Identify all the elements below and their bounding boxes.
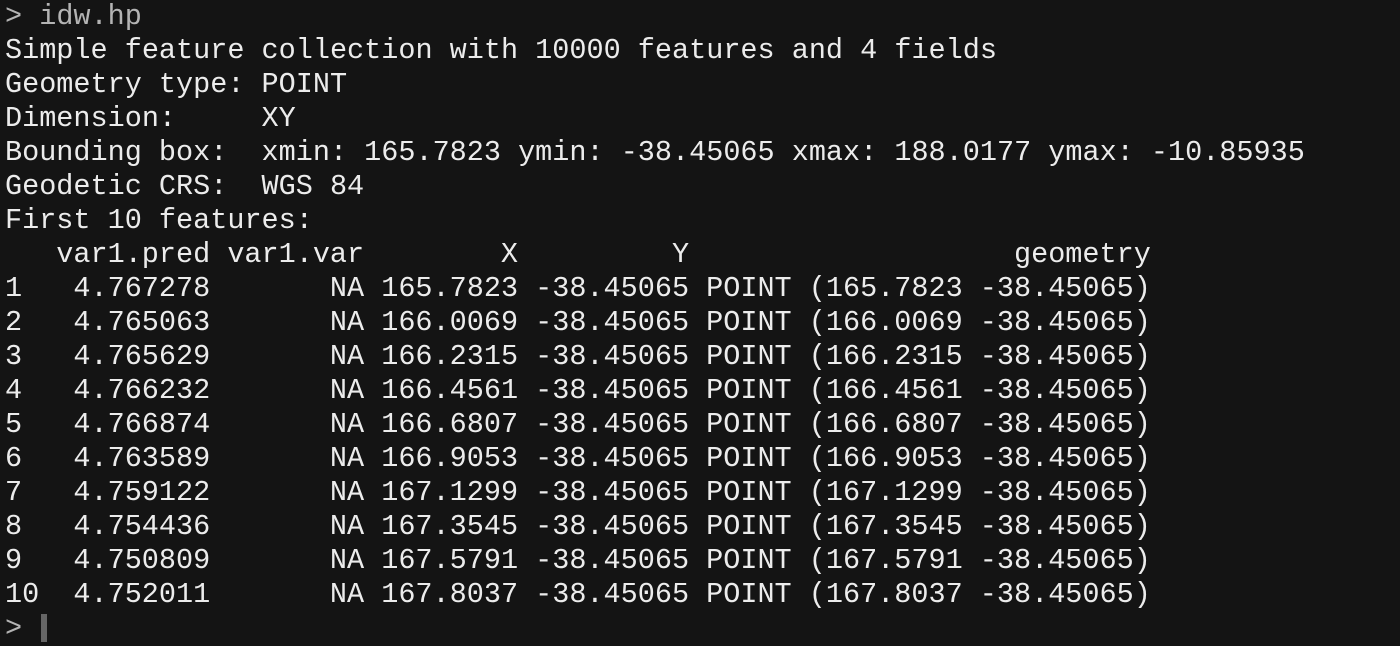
table-cell: -38.45065 bbox=[535, 544, 690, 577]
table-cell: 167.3545 bbox=[381, 510, 519, 543]
table-cell: NA bbox=[329, 578, 365, 611]
table-cell: -38.45065 bbox=[535, 306, 690, 339]
table-cell: -38.45065 bbox=[535, 374, 690, 407]
row-name: 9 bbox=[5, 544, 23, 577]
table-cell: NA bbox=[329, 272, 365, 305]
table-row: 3 4.765629 NA 166.2315 -38.45065 POINT (166.2… bbox=[5, 340, 1400, 374]
table-cell: 167.1299 bbox=[381, 476, 519, 509]
table-row: 10 4.752011 NA 167.8037 -38.45065 POINT (167.… bbox=[5, 578, 1400, 612]
table-cell: 165.7823 bbox=[381, 272, 519, 305]
table-cell: 167.5791 bbox=[381, 544, 519, 577]
table-cell: POINT (167.1299 -38.45065) bbox=[706, 476, 1151, 509]
info-bounding-box: Bounding box: xmin: 165.7823 ymin: -38.4… bbox=[5, 136, 1305, 169]
table-cell: -38.45065 bbox=[535, 442, 690, 475]
column-header: X bbox=[500, 238, 519, 271]
row-name: 2 bbox=[5, 306, 23, 339]
info-geometry-type: Geometry type: POINT bbox=[5, 68, 348, 101]
table-cell: 4.759122 bbox=[73, 476, 211, 509]
r-console: > idw.hp Simple feature collection with … bbox=[0, 0, 1400, 646]
command-line: > idw.hp bbox=[5, 0, 1400, 34]
table-cell: POINT (166.9053 -38.45065) bbox=[706, 442, 1151, 475]
table-cell: NA bbox=[329, 544, 365, 577]
column-header: Y bbox=[671, 238, 690, 271]
table-cell: -38.45065 bbox=[535, 272, 690, 305]
table-cell: 4.763589 bbox=[73, 442, 211, 475]
table-cell: -38.45065 bbox=[535, 408, 690, 441]
table-cell: 166.0069 bbox=[381, 306, 519, 339]
prompt-symbol: > bbox=[5, 0, 23, 33]
table-cell: NA bbox=[329, 510, 365, 543]
table-cell: 166.6807 bbox=[381, 408, 519, 441]
info-dimension: Dimension: XY bbox=[5, 102, 296, 135]
table-cell: NA bbox=[329, 374, 365, 407]
row-name: 6 bbox=[5, 442, 23, 475]
table-header: var1.pred var1.var X Ygeometry bbox=[5, 238, 1400, 272]
row-name: 10 bbox=[5, 578, 40, 611]
table-cell: NA bbox=[329, 340, 365, 373]
row-name: 4 bbox=[5, 374, 23, 407]
table-row: 8 4.754436 NA 167.3545 -38.45065 POINT (167.3… bbox=[5, 510, 1400, 544]
table-cell: POINT (166.4561 -38.45065) bbox=[706, 374, 1151, 407]
table-cell: POINT (166.2315 -38.45065) bbox=[706, 340, 1151, 373]
table-row: 6 4.763589 NA 166.9053 -38.45065 POINT (166.9… bbox=[5, 442, 1400, 476]
table-cell: 4.754436 bbox=[73, 510, 211, 543]
table-cell: -38.45065 bbox=[535, 510, 690, 543]
row-name: 8 bbox=[5, 510, 23, 543]
table-body: 1 4.767278 NA 165.7823 -38.45065 POINT (165.7… bbox=[5, 272, 1400, 612]
table-cell: POINT (167.5791 -38.45065) bbox=[706, 544, 1151, 577]
table-cell: -38.45065 bbox=[535, 340, 690, 373]
table-cell: POINT (166.6807 -38.45065) bbox=[706, 408, 1151, 441]
table-cell: 4.767278 bbox=[73, 272, 211, 305]
table-cell: 166.2315 bbox=[381, 340, 519, 373]
table-cell: 4.766874 bbox=[73, 408, 211, 441]
table-cell: POINT (165.7823 -38.45065) bbox=[706, 272, 1151, 305]
table-row: 1 4.767278 NA 165.7823 -38.45065 POINT (165.7… bbox=[5, 272, 1400, 306]
table-cell: 4.750809 bbox=[73, 544, 211, 577]
row-name: 1 bbox=[5, 272, 23, 305]
row-name: 3 bbox=[5, 340, 23, 373]
table-cell: -38.45065 bbox=[535, 476, 690, 509]
table-cell: POINT (167.3545 -38.45065) bbox=[706, 510, 1151, 543]
prompt-symbol: > bbox=[5, 612, 23, 645]
table-cell: NA bbox=[329, 306, 365, 339]
table-cell: 4.765629 bbox=[73, 340, 211, 373]
table-cell: POINT (167.8037 -38.45065) bbox=[706, 578, 1151, 611]
table-cell: NA bbox=[329, 408, 365, 441]
command-text: idw.hp bbox=[39, 0, 142, 33]
info-summary: Simple feature collection with 10000 fea… bbox=[5, 34, 997, 67]
info-crs: Geodetic CRS: WGS 84 bbox=[5, 170, 365, 203]
table-cell: -38.45065 bbox=[535, 578, 690, 611]
table-cell: 4.765063 bbox=[73, 306, 211, 339]
row-name: 7 bbox=[5, 476, 23, 509]
table-row: 5 4.766874 NA 166.6807 -38.45065 POINT (166.6… bbox=[5, 408, 1400, 442]
table-cell: NA bbox=[329, 476, 365, 509]
table-cell: 167.8037 bbox=[381, 578, 519, 611]
table-cell: POINT (166.0069 -38.45065) bbox=[706, 306, 1151, 339]
table-cell: 4.766232 bbox=[73, 374, 211, 407]
column-header: var1.pred bbox=[56, 238, 211, 271]
column-header: var1.var bbox=[227, 238, 365, 271]
row-name: 5 bbox=[5, 408, 23, 441]
table-cell: NA bbox=[329, 442, 365, 475]
table-cell: 166.9053 bbox=[381, 442, 519, 475]
table-row: 9 4.750809 NA 167.5791 -38.45065 POINT (167.5… bbox=[5, 544, 1400, 578]
table-row: 7 4.759122 NA 167.1299 -38.45065 POINT (167.1… bbox=[5, 476, 1400, 510]
column-header: geometry bbox=[1013, 238, 1151, 271]
table-cell: 4.752011 bbox=[73, 578, 211, 611]
table-row: 4 4.766232 NA 166.4561 -38.45065 POINT (166.4… bbox=[5, 374, 1400, 408]
table-row: 2 4.765063 NA 166.0069 -38.45065 POINT (166.0… bbox=[5, 306, 1400, 340]
table-cell: 166.4561 bbox=[381, 374, 519, 407]
text-cursor bbox=[41, 614, 48, 643]
info-first-features: First 10 features: bbox=[5, 204, 313, 237]
